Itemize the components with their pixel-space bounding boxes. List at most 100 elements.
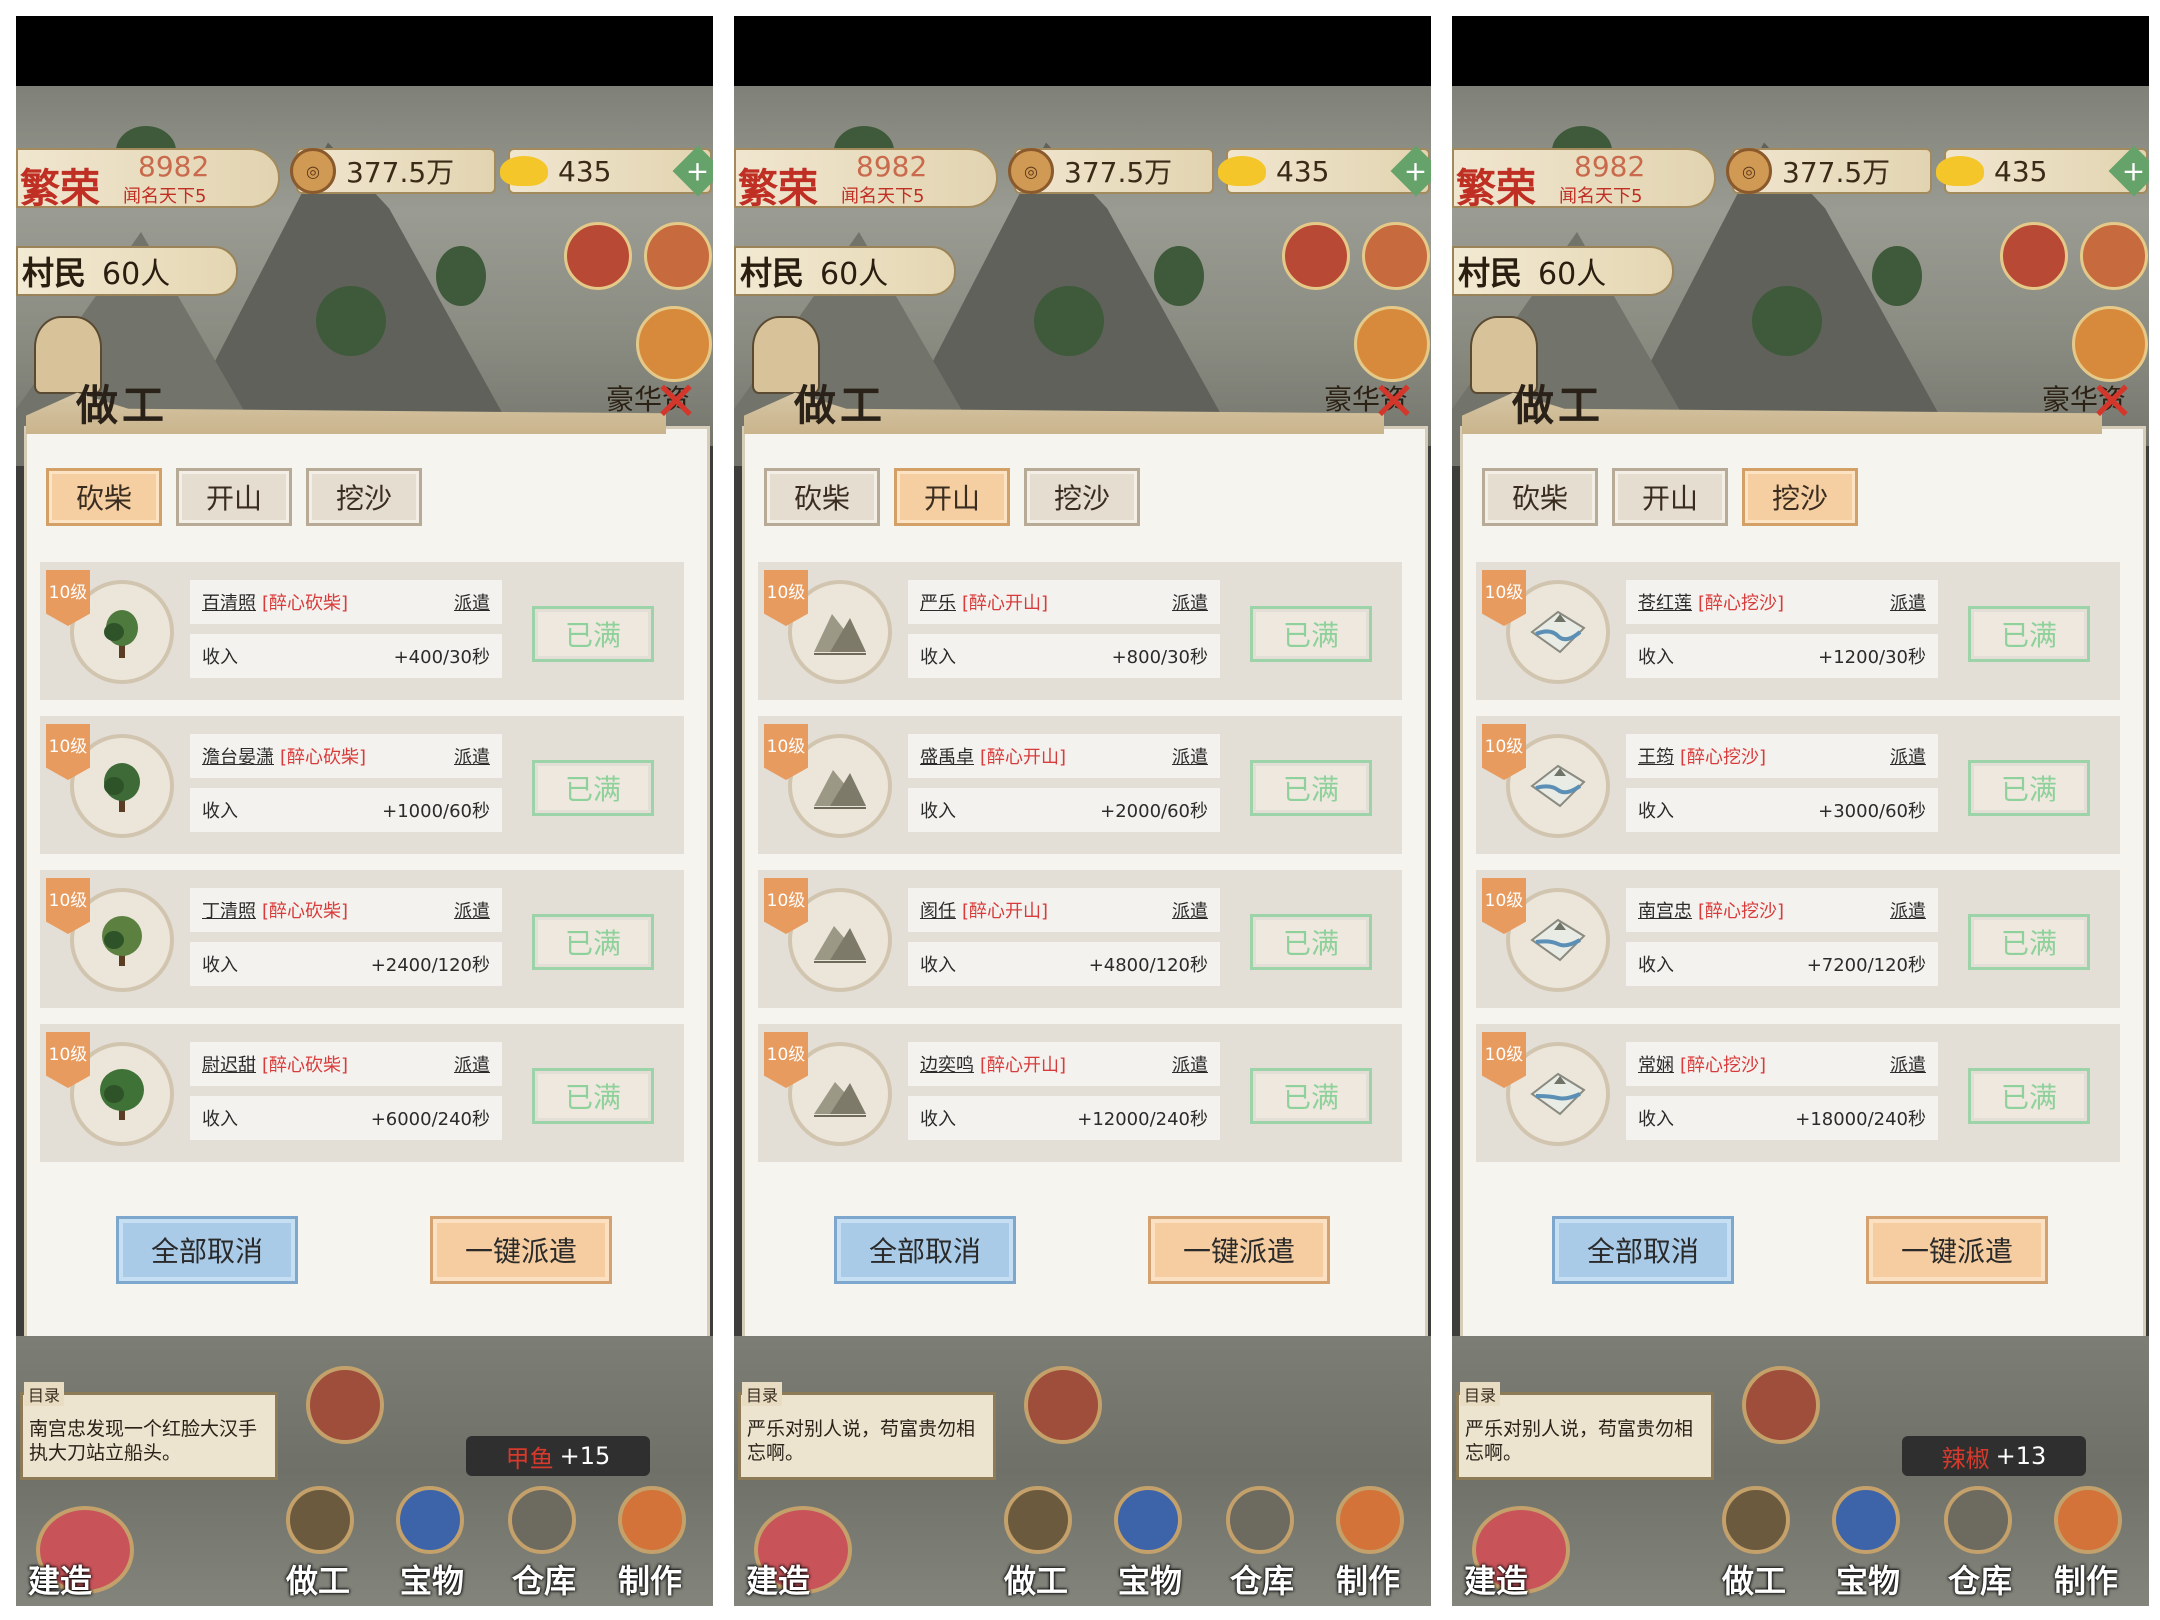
- dispatch-link[interactable]: 派遣: [454, 743, 490, 769]
- dispatch-link[interactable]: 派遣: [1890, 589, 1926, 615]
- full-status-button[interactable]: 已满: [1250, 914, 1372, 970]
- add-ingot-button[interactable]: +: [2108, 145, 2149, 197]
- nav-warehouse[interactable]: 仓库: [1230, 1556, 1294, 1602]
- worker-name[interactable]: 盛禹卓: [920, 743, 974, 769]
- prosperity-badge[interactable]: 繁荣 8982 闻名天下5: [1452, 148, 1716, 212]
- close-icon[interactable]: ✕: [1370, 375, 1418, 429]
- dispatch-link[interactable]: 派遣: [1890, 1051, 1926, 1077]
- nav-work[interactable]: 做工: [1004, 1556, 1068, 1602]
- tab-chop-wood[interactable]: 砍柴: [764, 468, 880, 526]
- tab-chop-wood[interactable]: 砍柴: [46, 468, 162, 526]
- building-icon: [1024, 1366, 1102, 1444]
- dispatch-all-button[interactable]: 一键派遣: [1148, 1216, 1330, 1284]
- full-status-button[interactable]: 已满: [532, 914, 654, 970]
- settings-gear-icon[interactable]: [2080, 222, 2148, 290]
- nav-warehouse[interactable]: 仓库: [1948, 1556, 2012, 1602]
- add-ingot-button[interactable]: +: [1390, 145, 1431, 197]
- worker-name[interactable]: 边奕鸣: [920, 1051, 974, 1077]
- nav-treasure[interactable]: 宝物: [1836, 1556, 1900, 1602]
- tab-dig-sand[interactable]: 挖沙: [1024, 468, 1140, 526]
- nav-craft[interactable]: 制作: [1336, 1556, 1400, 1602]
- worker-row: 10级 澹台晏潇 [醉心砍柴] 派遣 收入 +1000/60秒 已满: [40, 716, 684, 854]
- close-icon[interactable]: ✕: [2088, 375, 2136, 429]
- full-status-button[interactable]: 已满: [532, 606, 654, 662]
- prosperity-value: 8982: [138, 150, 210, 183]
- worker-trait: [醉心砍柴]: [262, 901, 349, 922]
- cancel-all-button[interactable]: 全部取消: [116, 1216, 298, 1284]
- income-value: +3000/60秒: [1818, 801, 1926, 822]
- full-status-button[interactable]: 已满: [1968, 606, 2090, 662]
- tab-quarry[interactable]: 开山: [1612, 468, 1728, 526]
- dispatch-link[interactable]: 派遣: [1172, 897, 1208, 923]
- villager-counter[interactable]: 村民 60人: [734, 246, 956, 296]
- nav-craft[interactable]: 制作: [618, 1556, 682, 1602]
- worker-name[interactable]: 南宫忠: [1638, 897, 1692, 923]
- villager-counter[interactable]: 村民 60人: [16, 246, 238, 296]
- villager-counter[interactable]: 村民 60人: [1452, 246, 1674, 296]
- worker-name[interactable]: 丁清照: [202, 897, 256, 923]
- worker-name[interactable]: 澹台晏潇: [202, 743, 274, 769]
- dispatch-link[interactable]: 派遣: [1890, 897, 1926, 923]
- gold-ingot-icon: [1218, 156, 1266, 186]
- tab-quarry[interactable]: 开山: [176, 468, 292, 526]
- prosperity-badge[interactable]: 繁荣 8982 闻名天下5: [16, 148, 280, 212]
- event-message-tag: 目录: [24, 1382, 65, 1406]
- dispatch-link[interactable]: 派遣: [1172, 589, 1208, 615]
- copper-coin-icon: ◎: [290, 148, 336, 194]
- nav-warehouse[interactable]: 仓库: [512, 1556, 576, 1602]
- game-screen-2: 繁荣 8982 闻名天下5 ◎ 377.5万 435 + 村民 60人 豪华资助…: [734, 16, 1431, 1606]
- event-scroll-icon[interactable]: [2000, 222, 2068, 290]
- dispatch-link[interactable]: 派遣: [1172, 1051, 1208, 1077]
- dispatch-link[interactable]: 派遣: [1172, 743, 1208, 769]
- event-scroll-icon[interactable]: [564, 222, 632, 290]
- event-scroll-icon[interactable]: [1282, 222, 1350, 290]
- worker-name[interactable]: 百清照: [202, 589, 256, 615]
- worker-trait: [醉心砍柴]: [280, 747, 367, 768]
- nav-build[interactable]: 建造: [746, 1556, 810, 1602]
- full-status-button[interactable]: 已满: [532, 760, 654, 816]
- full-status-button[interactable]: 已满: [1968, 1068, 2090, 1124]
- work-icon: [1004, 1486, 1072, 1554]
- dialog-title: 做工: [1512, 381, 1605, 430]
- full-status-button[interactable]: 已满: [1250, 606, 1372, 662]
- nav-craft[interactable]: 制作: [2054, 1556, 2118, 1602]
- settings-gear-icon[interactable]: [1362, 222, 1430, 290]
- worker-name[interactable]: 王筠: [1638, 743, 1674, 769]
- settings-gear-icon[interactable]: [644, 222, 712, 290]
- nav-work[interactable]: 做工: [1722, 1556, 1786, 1602]
- nav-treasure[interactable]: 宝物: [400, 1556, 464, 1602]
- full-status-button[interactable]: 已满: [1250, 1068, 1372, 1124]
- nav-build[interactable]: 建造: [1464, 1556, 1528, 1602]
- dispatch-link[interactable]: 派遣: [454, 1051, 490, 1077]
- add-ingot-button[interactable]: +: [672, 145, 713, 197]
- full-status-button[interactable]: 已满: [532, 1068, 654, 1124]
- nav-treasure[interactable]: 宝物: [1118, 1556, 1182, 1602]
- cancel-all-button[interactable]: 全部取消: [834, 1216, 1016, 1284]
- worker-name[interactable]: 严乐: [920, 589, 956, 615]
- close-icon[interactable]: ✕: [652, 375, 700, 429]
- dispatch-all-button[interactable]: 一键派遣: [1866, 1216, 2048, 1284]
- cancel-all-button[interactable]: 全部取消: [1552, 1216, 1734, 1284]
- worker-name[interactable]: 阂任: [920, 897, 956, 923]
- tab-dig-sand[interactable]: 挖沙: [1742, 468, 1858, 526]
- worker-row: 10级 百清照 [醉心砍柴] 派遣 收入 +400/30秒 已满: [40, 562, 684, 700]
- worker-name[interactable]: 苍红莲: [1638, 589, 1692, 615]
- nav-build[interactable]: 建造: [28, 1556, 92, 1602]
- full-status-button[interactable]: 已满: [1250, 760, 1372, 816]
- tab-dig-sand[interactable]: 挖沙: [306, 468, 422, 526]
- worker-name[interactable]: 尉迟甜: [202, 1051, 256, 1077]
- worker-name[interactable]: 常娴: [1638, 1051, 1674, 1077]
- income-label: 收入: [920, 955, 956, 976]
- dispatch-link[interactable]: 派遣: [454, 897, 490, 923]
- tab-chop-wood[interactable]: 砍柴: [1482, 468, 1598, 526]
- nav-work[interactable]: 做工: [286, 1556, 350, 1602]
- prosperity-value: 8982: [856, 150, 928, 183]
- dispatch-link[interactable]: 派遣: [454, 589, 490, 615]
- prosperity-badge[interactable]: 繁荣 8982 闻名天下5: [734, 148, 998, 212]
- dispatch-all-button[interactable]: 一键派遣: [430, 1216, 612, 1284]
- full-status-button[interactable]: 已满: [1968, 760, 2090, 816]
- dispatch-link[interactable]: 派遣: [1890, 743, 1926, 769]
- full-status-button[interactable]: 已满: [1968, 914, 2090, 970]
- income-value: +400/30秒: [393, 647, 490, 668]
- tab-quarry[interactable]: 开山: [894, 468, 1010, 526]
